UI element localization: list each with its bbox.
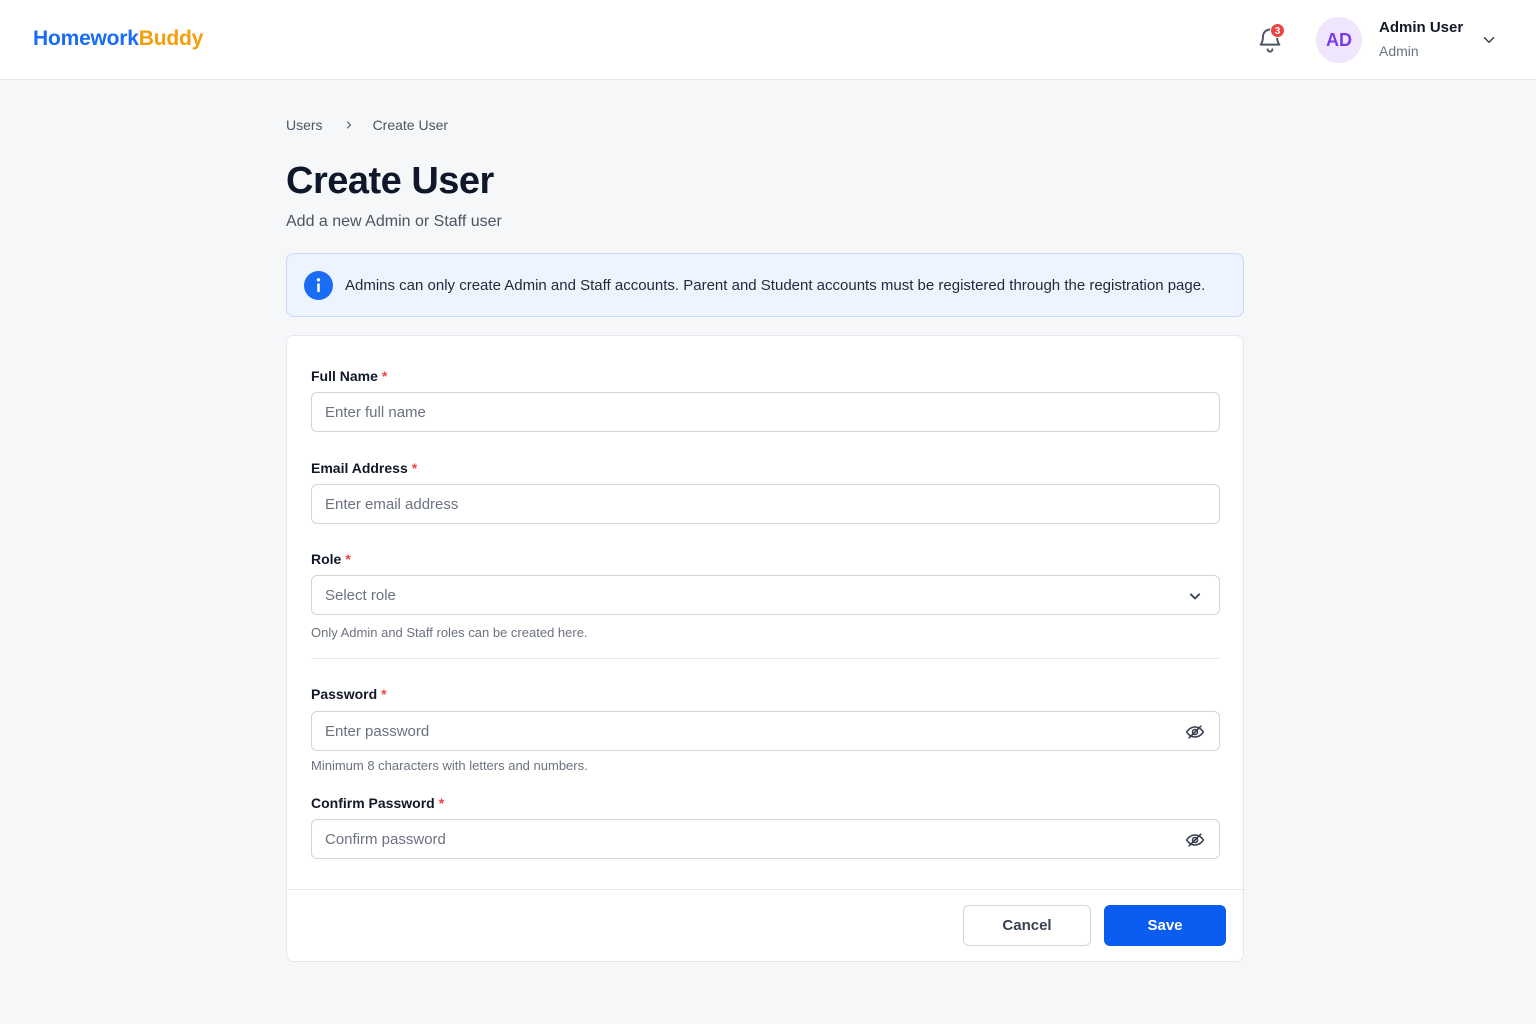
notification-count-badge: 3 [1270,23,1285,38]
info-banner: Admins can only create Admin and Staff a… [286,253,1244,317]
full-name-label-text: Full Name [311,368,378,384]
email-label-text: Email Address [311,460,408,476]
chevron-right-icon [346,121,351,129]
role-placeholder: Select role [325,587,396,604]
email-placeholder: Enter email address [325,496,459,513]
top-bar: HomeworkBuddy 3 AD Admin User Admin [0,0,1536,80]
required-marker: * [411,460,418,476]
required-marker: * [381,368,388,384]
logo-text-homework: Homework [33,27,139,50]
breadcrumb: Users Create User [286,117,448,133]
info-text: Admins can only create Admin and Staff a… [345,277,1206,294]
confirm-password-label-text: Confirm Password [311,795,435,811]
confirm-password-placeholder: Confirm password [325,831,446,848]
password-label-text: Password [311,686,378,702]
full-name-label: Full Name * [311,368,387,384]
required-marker: * [381,686,387,702]
page-subtitle: Add a new Admin or Staff user [286,213,502,230]
password-placeholder: Enter password [325,723,430,740]
email-label: Email Address * [311,460,417,476]
create-user-form: Full Name * Enter full name Email Address… [286,335,1244,962]
role-label: Role * [311,551,351,567]
user-name: Admin User [1379,19,1464,36]
full-name-placeholder: Enter full name [325,404,426,421]
full-name-input[interactable]: Enter full name [311,392,1220,432]
role-label-text: Role [311,551,342,567]
confirm-password-input[interactable]: Confirm password [311,819,1220,859]
eye-off-icon[interactable] [1185,722,1205,742]
cancel-button[interactable]: Cancel [963,905,1091,946]
save-button[interactable]: Save [1104,905,1226,946]
chevron-down-icon[interactable] [1480,31,1498,49]
confirm-password-label: Confirm Password * [311,795,444,811]
breadcrumb-users-link[interactable]: Users [286,117,323,133]
info-icon [304,271,333,300]
password-input[interactable]: Enter password [311,711,1220,751]
required-marker: * [438,795,445,811]
notifications-button[interactable]: 3 [1256,23,1285,54]
user-role: Admin [1379,43,1419,59]
user-avatar[interactable]: AD [1316,17,1362,63]
role-select[interactable]: Select role [311,575,1220,615]
password-label: Password * [311,686,387,702]
app-logo[interactable]: HomeworkBuddy [33,27,203,51]
email-input[interactable]: Enter email address [311,484,1220,524]
breadcrumb-current: Create User [372,117,449,133]
eye-off-icon[interactable] [1185,830,1205,850]
password-hint: Minimum 8 characters with letters and nu… [311,758,588,773]
form-footer-divider [287,889,1243,890]
page-title: Create User [286,160,494,202]
chevron-down-icon [1189,593,1201,600]
section-divider [311,658,1220,659]
required-marker: * [345,551,351,567]
role-hint: Only Admin and Staff roles can be create… [311,625,588,640]
logo-text-buddy: Buddy [138,27,204,50]
